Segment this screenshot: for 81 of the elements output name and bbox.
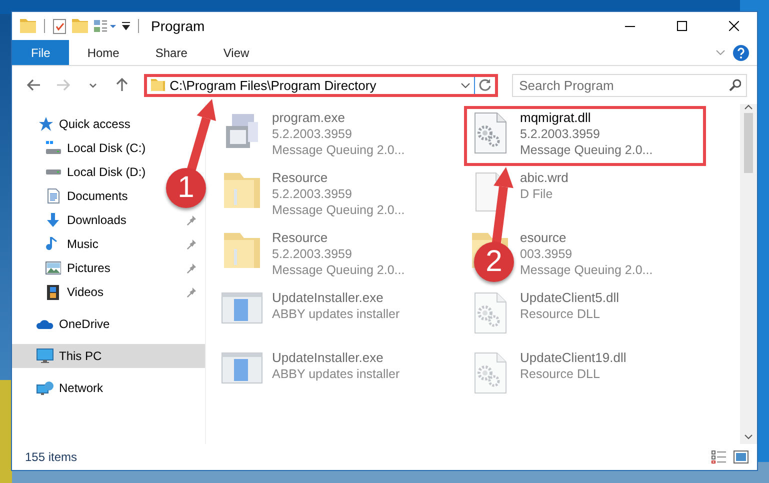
- file-name[interactable]: Resource: [272, 170, 328, 186]
- film-icon: [45, 284, 61, 300]
- ribbon-tab[interactable]: File: [12, 40, 70, 65]
- sidebar-item[interactable]: Downloads: [67, 213, 126, 227]
- sidebar-item[interactable]: Local Disk (D:): [67, 165, 146, 179]
- drive-icon: [45, 169, 61, 175]
- gear-file-icon: [474, 292, 506, 334]
- customize-toolbar-icon[interactable]: [122, 22, 130, 30]
- file-name[interactable]: UpdateClient5.dll: [520, 290, 620, 306]
- file-details: Message Queuing 2.0...: [272, 202, 405, 218]
- file-name[interactable]: UpdateClient19.dll: [520, 350, 626, 366]
- file-details: Message Queuing 2.0...: [272, 142, 405, 158]
- sidebar-item[interactable]: Local Disk (C:): [67, 141, 146, 155]
- sidebar-item[interactable]: Documents: [67, 189, 128, 203]
- file-name[interactable]: mqmigrat.dll: [520, 110, 591, 126]
- file-details: Message Queuing 2.0...: [520, 262, 653, 278]
- details-view-icon[interactable]: [711, 450, 727, 464]
- search-field[interactable]: Search Program: [512, 74, 748, 96]
- view-options-icon[interactable]: [94, 20, 116, 32]
- file-details: 5.2.2003.3959: [520, 126, 600, 142]
- window-title: Program: [151, 18, 205, 34]
- address-bar[interactable]: C:\Program Files\Program Directory: [144, 74, 498, 96]
- scroll-down-icon[interactable]: [744, 434, 753, 440]
- item-count: 155 items: [25, 450, 78, 464]
- installer-window-icon: [221, 292, 263, 324]
- folder-icon: [150, 79, 165, 91]
- ribbon-tab[interactable]: Home: [69, 40, 138, 65]
- maximize-button[interactable]: [677, 21, 687, 31]
- gear-file-icon: [474, 352, 506, 394]
- scroll-up-icon[interactable]: [744, 104, 753, 110]
- file-details: Message Queuing 2.0...: [520, 142, 653, 158]
- application-icon: [224, 112, 260, 150]
- file-name[interactable]: abic.wrd: [520, 170, 568, 186]
- help-icon[interactable]: [733, 44, 749, 60]
- sidebar-item[interactable]: Music: [67, 237, 98, 251]
- quick-access-star-icon: [37, 116, 53, 132]
- monitor-icon: [36, 348, 54, 364]
- expand-ribbon-icon[interactable]: [716, 50, 725, 55]
- file-details: 003.3959: [520, 246, 572, 262]
- file-details: Message Queuing 2.0...: [272, 262, 405, 278]
- properties-icon[interactable]: [53, 18, 66, 34]
- file-details: ABBY updates installer: [272, 306, 400, 322]
- file-name[interactable]: esource: [520, 230, 566, 246]
- file-name[interactable]: program.exe: [272, 110, 345, 126]
- back-button[interactable]: [26, 79, 41, 91]
- dropdown-chevron-icon[interactable]: [461, 82, 470, 88]
- file-details: 5.2.2003.3959: [272, 186, 352, 202]
- sidebar-item[interactable]: Network: [59, 381, 104, 395]
- file-name[interactable]: UpdateInstaller.exe: [272, 290, 384, 306]
- document-icon: [45, 188, 61, 204]
- file-name[interactable]: Resource: [272, 230, 328, 246]
- close-button[interactable]: [729, 21, 739, 31]
- file-details: 5.2.2003.3959: [272, 246, 352, 262]
- file-details: 5.2.2003.3959: [272, 126, 352, 142]
- refresh-icon[interactable]: [478, 78, 492, 92]
- scrollbar-thumb[interactable]: [744, 113, 753, 173]
- sidebar-item[interactable]: Quick access: [59, 117, 130, 131]
- file-details: ABBY updates installer: [272, 366, 400, 382]
- installer-window-icon: [221, 352, 263, 384]
- drive-icon: [45, 141, 61, 155]
- network-icon: [36, 380, 54, 396]
- file-details: Resource DLL: [520, 306, 600, 322]
- large-icons-view-icon[interactable]: [733, 450, 749, 464]
- file-item[interactable]: mqmigrat.dll 5.2.2003.3959 Message Queuing 2.0...: [464, 106, 706, 166]
- gear-file-icon: [474, 112, 506, 154]
- sidebar-item[interactable]: This PC: [12, 344, 205, 368]
- download-arrow-icon: [45, 212, 61, 228]
- sidebar-item[interactable]: Videos: [67, 285, 104, 299]
- sidebar-item[interactable]: OneDrive: [59, 317, 110, 331]
- sidebar-item[interactable]: Pictures: [67, 261, 110, 275]
- up-button[interactable]: [116, 78, 128, 92]
- ribbon-tab[interactable]: View: [205, 40, 268, 65]
- recent-locations-button[interactable]: [88, 82, 97, 88]
- picture-icon: [45, 260, 61, 276]
- file-name[interactable]: UpdateInstaller.exe: [272, 350, 384, 366]
- ribbon-tab[interactable]: Share: [137, 40, 206, 65]
- file-details: Resource DLL: [520, 366, 600, 382]
- folder-icon: [224, 172, 260, 208]
- search-icon[interactable]: [729, 78, 742, 90]
- folder-icon: [224, 232, 260, 268]
- file-details: D File: [520, 186, 553, 202]
